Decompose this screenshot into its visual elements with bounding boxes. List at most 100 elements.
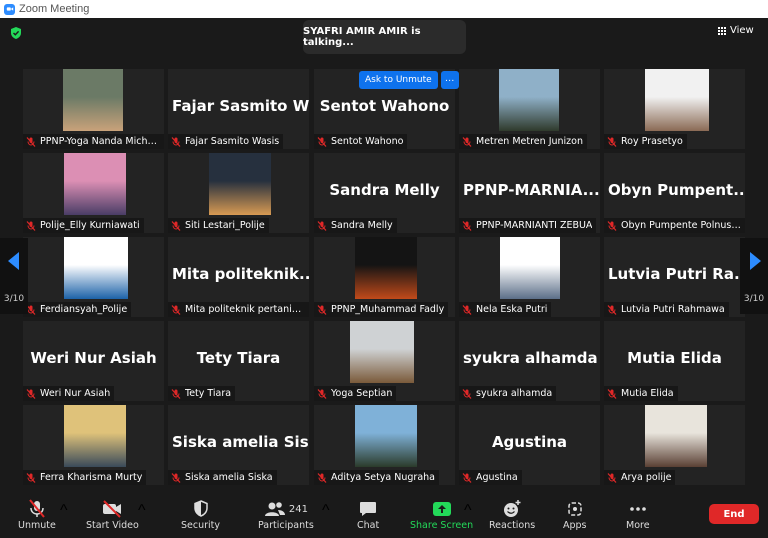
participant-name-tag: PPNP-Yoga Nanda Micho... xyxy=(23,134,164,149)
ask-to-unmute-button[interactable]: Ask to Unmute xyxy=(359,71,438,89)
participant-name: PPNP_Muhammad Fadly xyxy=(331,304,445,315)
view-button[interactable]: View xyxy=(718,25,754,36)
participant-tile[interactable]: Roy Prasetyo xyxy=(604,69,745,149)
participant-name-tag: Siska amelia Siska xyxy=(168,470,277,485)
participant-display-name: Weri Nur Asiah xyxy=(30,349,157,367)
participant-name-tag: Ferra Kharisma Murty xyxy=(23,470,147,485)
participant-name-tag: Sandra Melly xyxy=(314,218,397,233)
participant-tile[interactable]: Mita politeknik... Mita politeknik pertan… xyxy=(168,237,309,317)
participant-tile[interactable]: Ferdiansyah_Polije xyxy=(23,237,164,317)
arrow-left-icon xyxy=(8,252,19,270)
reactions-label: Reactions xyxy=(489,520,536,531)
muted-mic-icon xyxy=(607,472,617,483)
participant-video xyxy=(645,405,707,467)
participant-tile[interactable]: PPNP-Yoga Nanda Micho... xyxy=(23,69,164,149)
muted-mic-icon xyxy=(607,220,617,231)
participant-name: Tety Tiara xyxy=(185,388,232,399)
participants-options-caret-icon[interactable]: ^ xyxy=(322,502,330,520)
participant-name: Roy Prasetyo xyxy=(621,136,683,147)
participant-tile[interactable]: PPNP-MARNIA... PPNP-MARNIANTI ZEBUA xyxy=(459,153,600,233)
participant-display-name: Mita politeknik... xyxy=(172,265,309,283)
participant-name-tag: Agustina xyxy=(459,470,522,485)
muted-mic-icon xyxy=(171,220,181,231)
muted-mic-icon xyxy=(462,472,472,483)
security-label: Security xyxy=(181,520,221,531)
muted-mic-icon xyxy=(26,498,48,520)
participant-tile[interactable]: Ferra Kharisma Murty xyxy=(23,405,164,485)
participant-video xyxy=(209,153,271,215)
apps-button[interactable]: Apps xyxy=(563,498,587,531)
muted-mic-icon xyxy=(317,472,327,483)
participant-tile[interactable]: Siska amelia Sis... Siska amelia Siska xyxy=(168,405,309,485)
participant-name-tag: Ferdiansyah_Polije xyxy=(23,302,132,317)
participant-tile[interactable]: Mutia Elida Mutia Elida xyxy=(604,321,745,401)
video-options-caret-icon[interactable]: ^ xyxy=(138,502,146,520)
chat-icon xyxy=(358,498,378,520)
participant-tile[interactable]: Nela Eska Putri xyxy=(459,237,600,317)
participant-tile[interactable]: Yoga Septian xyxy=(314,321,455,401)
participant-name-tag: PPNP_Muhammad Fadly xyxy=(314,302,449,317)
participant-name-tag: Aditya Setya Nugraha xyxy=(314,470,439,485)
participant-tile[interactable]: Tety Tiara Tety Tiara xyxy=(168,321,309,401)
participant-tile[interactable]: Siti Lestari_Polije xyxy=(168,153,309,233)
participant-tile[interactable]: Aditya Setya Nugraha xyxy=(314,405,455,485)
participant-name-tag: Obyn Pumpente Polnustar xyxy=(604,218,745,233)
arrow-right-icon xyxy=(750,252,761,270)
end-meeting-button[interactable]: End xyxy=(709,504,759,524)
participant-display-name: Fajar Sasmito W... xyxy=(172,97,309,115)
participant-name-tag: PPNP-MARNIANTI ZEBUA xyxy=(459,218,597,233)
participant-video xyxy=(64,153,126,215)
active-speaker-banner: SYAFRI AMIR AMIR is talking... xyxy=(303,20,466,54)
participant-video xyxy=(64,405,126,467)
participant-tile[interactable]: Metren Metren Junizon xyxy=(459,69,600,149)
next-page-button[interactable]: 3/10 xyxy=(740,238,768,314)
participant-video xyxy=(350,321,414,383)
muted-mic-icon xyxy=(462,136,472,147)
participant-tile[interactable]: Arya polije xyxy=(604,405,745,485)
participant-tile[interactable]: Sandra Melly Sandra Melly xyxy=(314,153,455,233)
participants-count: 241 xyxy=(288,503,308,515)
participant-tile[interactable]: Fajar Sasmito W... Fajar Sasmito Wasis xyxy=(168,69,309,149)
more-button[interactable]: More xyxy=(626,498,650,531)
participant-display-name: Lutvia Putri Ra... xyxy=(608,265,745,283)
participants-button[interactable]: 241 Participants xyxy=(258,498,314,531)
participant-name-tag: Roy Prasetyo xyxy=(604,134,687,149)
tile-actions: Ask to Unmute … xyxy=(359,71,459,89)
participant-name-tag: Sentot Wahono xyxy=(314,134,408,149)
participant-name: Lutvia Putri Rahmawa xyxy=(621,304,725,315)
muted-mic-icon xyxy=(171,136,181,147)
participant-display-name: Tety Tiara xyxy=(196,349,281,367)
reactions-button[interactable]: Reactions xyxy=(489,498,535,531)
security-button[interactable]: Security xyxy=(181,498,220,531)
participant-tile[interactable]: Agustina Agustina xyxy=(459,405,600,485)
participant-tile[interactable]: Lutvia Putri Ra... Lutvia Putri Rahmawa xyxy=(604,237,745,317)
unmute-button[interactable]: Unmute xyxy=(18,498,56,531)
muted-mic-icon xyxy=(26,136,36,147)
participant-name: Siti Lestari_Polije xyxy=(185,220,265,231)
participant-video xyxy=(63,69,123,131)
participant-name-tag: Tety Tiara xyxy=(168,386,236,401)
reactions-smile-icon xyxy=(502,498,522,520)
share-options-caret-icon[interactable]: ^ xyxy=(464,502,472,520)
audio-options-caret-icon[interactable]: ^ xyxy=(60,502,68,520)
participant-name-tag: Arya polije xyxy=(604,470,676,485)
participant-tile[interactable]: Weri Nur Asiah Weri Nur Asiah xyxy=(23,321,164,401)
participants-icon xyxy=(264,502,285,516)
participant-video xyxy=(355,405,417,467)
muted-mic-icon xyxy=(607,304,617,315)
participant-name: Siska amelia Siska xyxy=(185,472,273,483)
participant-tile[interactable]: Obyn Pumpent... Obyn Pumpente Polnustar xyxy=(604,153,745,233)
tile-more-button[interactable]: … xyxy=(440,71,459,89)
shield-icon[interactable] xyxy=(9,26,23,40)
muted-mic-icon xyxy=(317,220,327,231)
muted-mic-icon xyxy=(462,220,472,231)
participant-name: Ferra Kharisma Murty xyxy=(40,472,143,483)
participant-tile[interactable]: PPNP_Muhammad Fadly xyxy=(314,237,455,317)
participant-tile[interactable]: Polije_Elly Kurniawati xyxy=(23,153,164,233)
participant-video xyxy=(64,237,128,299)
participant-tile[interactable]: syukra alhamda syukra alhamda xyxy=(459,321,600,401)
previous-page-button[interactable]: 3/10 xyxy=(0,238,28,314)
participant-name-tag: Mutia Elida xyxy=(604,386,678,401)
chat-button[interactable]: Chat xyxy=(357,498,379,531)
start-video-button[interactable]: Start Video xyxy=(86,498,139,531)
